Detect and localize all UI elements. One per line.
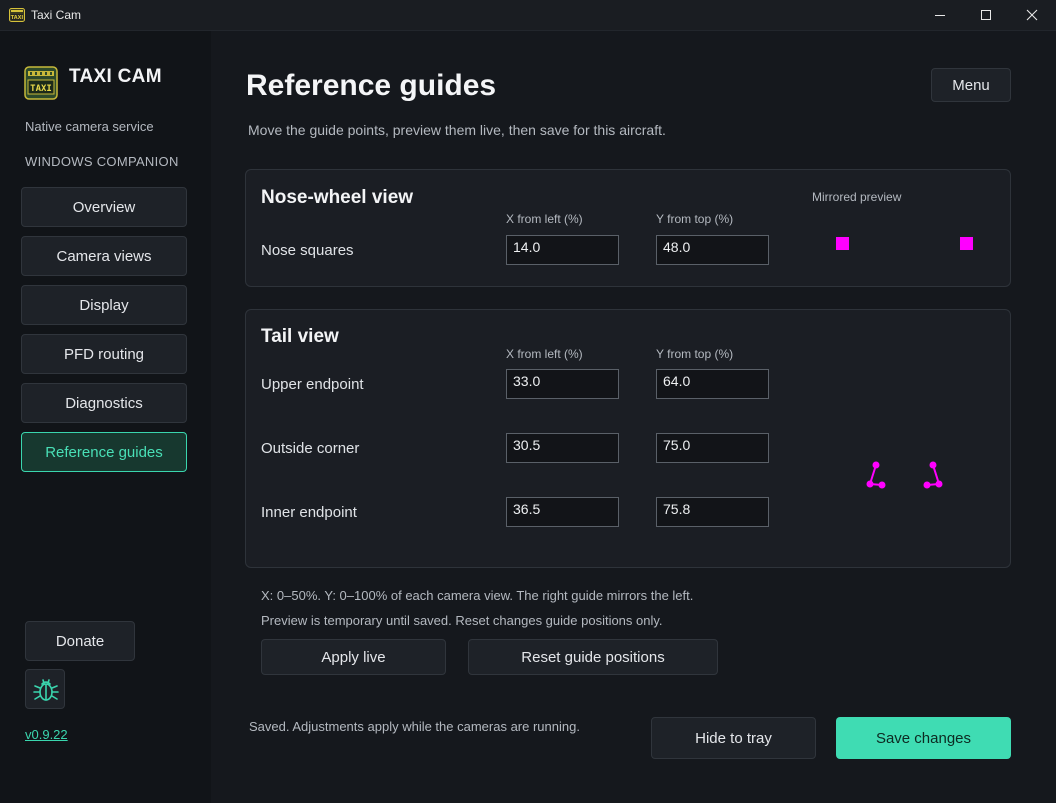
menu-button[interactable]: Menu	[931, 68, 1011, 102]
maximize-button[interactable]	[963, 0, 1009, 31]
svg-text:TAXI: TAXI	[30, 84, 52, 94]
inner-endpoint-y-input[interactable]: 75.8	[656, 497, 769, 527]
range-note: X: 0–50%. Y: 0–100% of each camera view.…	[261, 588, 694, 603]
svg-text:TAXI: TAXI	[11, 15, 24, 21]
sidebar-item-label: Display	[79, 296, 129, 314]
status-message: Saved. Adjustments apply while the camer…	[249, 719, 580, 734]
taxi-logo-icon: TAXI	[24, 66, 58, 100]
preview-note: Preview is temporary until saved. Reset …	[261, 613, 663, 628]
outside-corner-x-input[interactable]: 30.5	[506, 433, 619, 463]
apply-live-button[interactable]: Apply live	[261, 639, 446, 675]
sidebar-item-reference-guides[interactable]: Reference guides	[21, 432, 187, 472]
tail-point-inner-right	[923, 481, 931, 489]
menu-label: Menu	[952, 76, 990, 94]
hide-to-tray-label: Hide to tray	[695, 729, 772, 747]
donate-label: Donate	[55, 632, 105, 650]
sidebar-item-diagnostics[interactable]: Diagnostics	[21, 383, 187, 423]
nose-squares-x-input[interactable]: 14.0	[506, 235, 619, 265]
sidebar-item-camera-views[interactable]: Camera views	[21, 236, 187, 276]
sidebar-item-display[interactable]: Display	[21, 285, 187, 325]
sidebar: TAXI TAXI CAM Native camera service WIND…	[0, 31, 211, 803]
version-link[interactable]: v0.9.22	[25, 727, 68, 742]
brand-subtitle: Native camera service	[25, 119, 154, 134]
x-column-label: X from left (%)	[506, 212, 583, 226]
minimize-icon	[935, 15, 945, 16]
outside-corner-label: Outside corner	[261, 440, 360, 457]
reset-guide-positions-button[interactable]: Reset guide positions	[468, 639, 718, 675]
window-title: Taxi Cam	[31, 8, 82, 22]
mirrored-preview-label: Mirrored preview	[812, 190, 902, 204]
tail-view-card: Tail view X from left (%) Y from top (%)…	[245, 309, 1011, 568]
page-subtitle: Move the guide points, preview them live…	[248, 122, 666, 138]
sidebar-item-label: Overview	[72, 198, 136, 216]
nose-wheel-title: Nose-wheel view	[261, 187, 414, 208]
nose-squares-label: Nose squares	[261, 242, 354, 259]
main-content: Reference guides Menu Move the guide poi…	[211, 31, 1056, 803]
sidebar-item-label: Diagnostics	[65, 394, 143, 412]
taxi-app-icon: TAXI	[9, 8, 25, 22]
nose-preview	[836, 237, 973, 250]
outside-corner-y-input[interactable]: 75.0	[656, 433, 769, 463]
upper-endpoint-label: Upper endpoint	[261, 376, 364, 393]
upper-endpoint-y-input[interactable]: 64.0	[656, 369, 769, 399]
tail-point-upper-right	[929, 461, 937, 469]
donate-button[interactable]: Donate	[25, 621, 135, 661]
sidebar-item-pfd-routing[interactable]: PFD routing	[21, 334, 187, 374]
y-column-label: Y from top (%)	[656, 347, 734, 361]
apply-live-label: Apply live	[321, 648, 386, 666]
maximize-icon	[981, 10, 991, 20]
reset-label: Reset guide positions	[521, 648, 665, 666]
nose-squares-y-input[interactable]: 48.0	[656, 235, 769, 265]
sidebar-item-label: Reference guides	[45, 443, 163, 461]
sidebar-item-label: PFD routing	[63, 345, 145, 363]
y-column-label: Y from top (%)	[656, 212, 734, 226]
upper-endpoint-x-input[interactable]: 33.0	[506, 369, 619, 399]
sidebar-item-overview[interactable]: Overview	[21, 187, 187, 227]
title-bar: TAXI Taxi Cam	[0, 0, 1056, 31]
sidebar-item-label: Camera views	[56, 247, 152, 265]
x-column-label: X from left (%)	[506, 347, 583, 361]
brand-companion: WINDOWS COMPANION	[25, 154, 179, 169]
bug-icon	[33, 679, 59, 701]
close-icon	[1026, 9, 1038, 21]
nose-square-left	[836, 237, 849, 250]
page-title: Reference guides	[246, 69, 497, 102]
minimize-button[interactable]	[917, 0, 963, 31]
tail-point-corner-left	[866, 480, 874, 488]
tail-point-corner-right	[935, 480, 943, 488]
tail-preview	[866, 461, 943, 489]
brand-title: TAXI CAM	[69, 66, 162, 87]
close-button[interactable]	[1009, 0, 1055, 31]
tail-point-upper-left	[872, 461, 880, 469]
inner-endpoint-label: Inner endpoint	[261, 504, 357, 521]
tail-view-title: Tail view	[261, 326, 339, 347]
save-changes-button[interactable]: Save changes	[836, 717, 1011, 759]
save-changes-label: Save changes	[875, 729, 972, 747]
hide-to-tray-button[interactable]: Hide to tray	[651, 717, 816, 759]
inner-endpoint-x-input[interactable]: 36.5	[506, 497, 619, 527]
nose-wheel-card: Nose-wheel view X from left (%) Y from t…	[245, 169, 1011, 287]
report-bug-button[interactable]	[25, 669, 65, 709]
nose-square-right	[960, 237, 973, 250]
tail-point-inner-left	[878, 481, 886, 489]
